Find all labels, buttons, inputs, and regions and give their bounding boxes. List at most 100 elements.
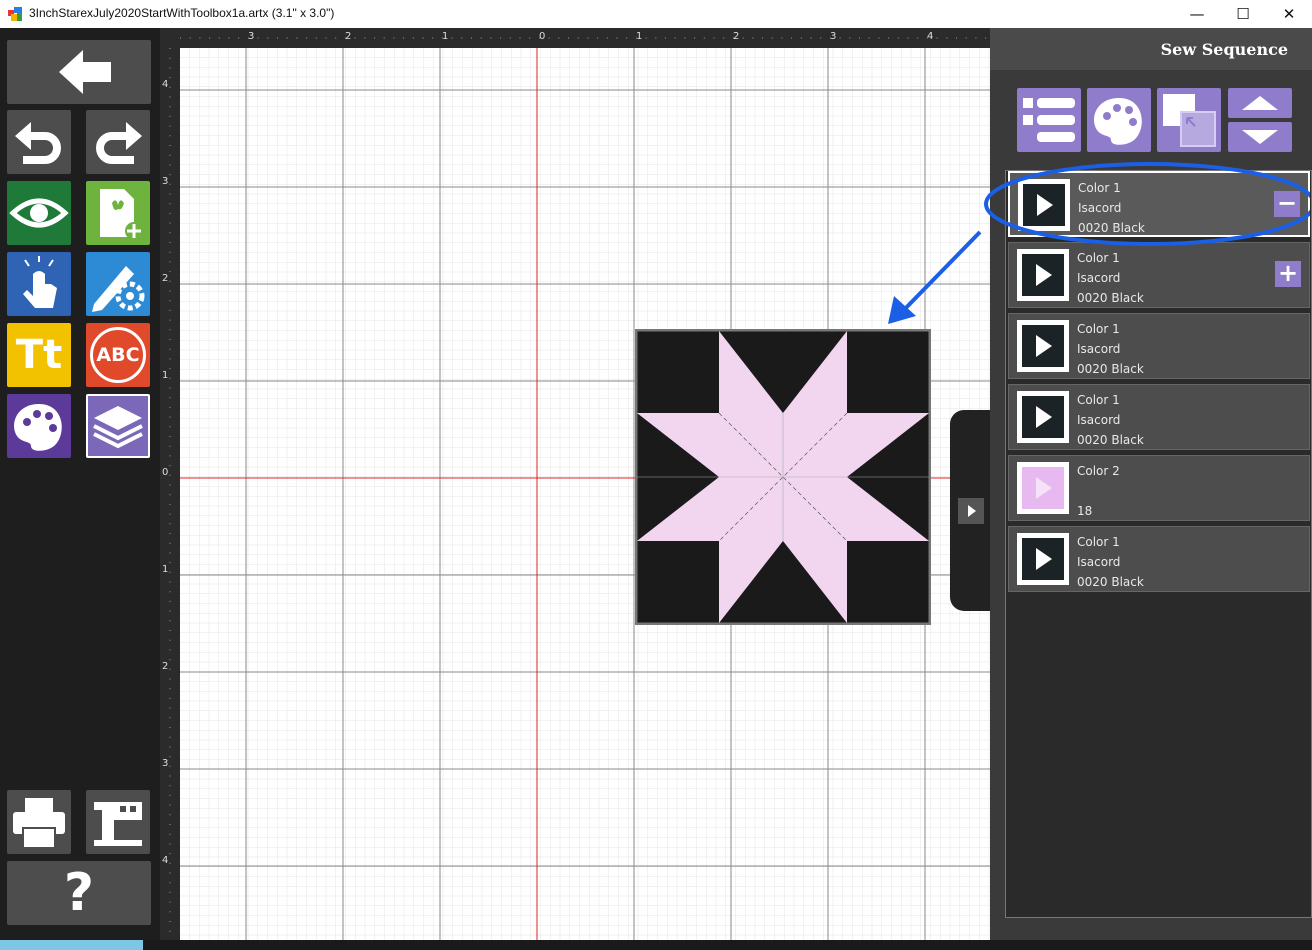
monogram-button[interactable]: ABC	[86, 323, 150, 387]
ruler-left-label: 4	[162, 79, 169, 90]
color-label: Color 2	[1077, 464, 1120, 478]
panel-title: Sew Sequence	[1160, 40, 1288, 59]
star-block-design[interactable]	[635, 329, 931, 625]
layer-order-icon	[1163, 94, 1216, 147]
thread-swatch	[1017, 462, 1069, 514]
back-button[interactable]	[7, 40, 151, 104]
brand-label: Isacord	[1077, 413, 1121, 427]
sequence-row[interactable]: Color 1 Isacord 0020 Black	[1008, 526, 1310, 592]
palette-icon	[1094, 98, 1142, 145]
color-label: Color 1	[1077, 322, 1120, 336]
color-label: Color 1	[1077, 535, 1120, 549]
ruler-top-label: 3	[830, 31, 837, 42]
print-button[interactable]	[7, 790, 71, 854]
progress-accent	[0, 940, 143, 950]
monogram-label: ABC	[96, 344, 140, 366]
ruler-top-label: 4	[927, 31, 934, 42]
ruler-top-label: 2	[733, 31, 740, 42]
ruler-top-label: 3	[248, 31, 255, 42]
redo-icon	[96, 122, 142, 164]
edit-button[interactable]	[86, 252, 150, 316]
sew-sequence-list: Color 1 Isacord 0020 Black − Color 1 Isa…	[1005, 170, 1312, 918]
ruler-left-label: 3	[162, 758, 169, 769]
play-icon	[1036, 335, 1052, 357]
thread-swatch	[1017, 320, 1069, 372]
panel-header: Sew Sequence	[990, 28, 1312, 70]
help-icon: ?	[63, 863, 95, 923]
left-toolbar: Tt ABC ?	[0, 28, 160, 940]
move-up-icon	[1242, 96, 1278, 110]
sewing-machine-icon	[94, 802, 142, 846]
text-icon: Tt	[15, 332, 63, 378]
ruler-left-label: 4	[162, 855, 169, 866]
play-icon	[1036, 548, 1052, 570]
ruler-top-label: 0	[539, 31, 546, 42]
thread-label: 0020 Black	[1077, 575, 1144, 589]
thread-label: 0020 Black	[1077, 291, 1144, 305]
add-design-button[interactable]	[86, 181, 150, 245]
layers-button[interactable]	[86, 394, 150, 458]
sew-button[interactable]	[86, 790, 150, 854]
maximize-icon: ☐	[1236, 5, 1250, 23]
ruler-left-label: 2	[162, 273, 169, 284]
select-button[interactable]	[7, 252, 71, 316]
sequence-row[interactable]: Color 1 Isacord 0020 Black	[1008, 384, 1310, 450]
edit-settings-icon	[92, 266, 145, 312]
ruler-top-label: 2	[345, 31, 352, 42]
layer-order-button[interactable]	[1157, 88, 1221, 152]
panel-collapse-tab	[950, 410, 990, 611]
annotation-ellipse	[984, 162, 1310, 246]
move-down-button[interactable]	[1228, 122, 1292, 152]
color-label: Color 1	[1077, 393, 1120, 407]
view-button[interactable]	[7, 181, 71, 245]
thread-label: 0020 Black	[1077, 433, 1144, 447]
undo-icon	[15, 122, 61, 164]
ruler-left-label: 0	[162, 467, 169, 478]
play-icon	[1036, 406, 1052, 428]
ruler-left-label: 3	[162, 176, 169, 187]
brand-label: Isacord	[1077, 271, 1121, 285]
brand-label: Isacord	[1077, 342, 1121, 356]
add-button[interactable]: +	[1275, 261, 1301, 287]
ruler-top-label: 1	[442, 31, 449, 42]
chevron-right-icon	[968, 505, 976, 517]
list-view-button[interactable]	[1017, 88, 1081, 152]
color-palette-button[interactable]	[7, 394, 71, 458]
redo-button[interactable]	[86, 110, 150, 174]
palette-button[interactable]	[1087, 88, 1151, 152]
color-palette-icon	[14, 404, 62, 451]
window-title: 3InchStarexJuly2020StartWithToolbox1a.ar…	[29, 6, 335, 20]
maximize-button[interactable]: ☐	[1220, 0, 1266, 28]
app-icon	[8, 7, 22, 21]
close-button[interactable]: ✕	[1266, 0, 1312, 28]
minimize-button[interactable]: —	[1174, 0, 1220, 28]
back-arrow-icon	[59, 50, 111, 94]
ruler-left-label: 2	[162, 661, 169, 672]
list-view-icon	[1023, 98, 1075, 142]
ruler-left-label: 1	[162, 564, 169, 575]
sequence-row[interactable]: Color 2 18	[1008, 455, 1310, 521]
play-icon	[1036, 264, 1052, 286]
thread-swatch	[1017, 533, 1069, 585]
status-strip	[0, 940, 1312, 950]
design-canvas[interactable]: 3 2 1 0 1 2 3 4 4 3 2 1 0 1 2 3 4	[160, 28, 990, 940]
text-button[interactable]: Tt	[7, 323, 71, 387]
print-icon	[13, 798, 65, 849]
ruler-top-label: 1	[636, 31, 643, 42]
brand-label: Isacord	[1077, 555, 1121, 569]
thread-label: 0020 Black	[1077, 362, 1144, 376]
sequence-row[interactable]: Color 1 Isacord 0020 Black	[1008, 313, 1310, 379]
sew-sequence-panel: Sew Sequence Color 1 Isacord 0020 Black …	[984, 28, 1312, 940]
play-icon	[1036, 477, 1052, 499]
move-down-icon	[1242, 130, 1278, 144]
close-icon: ✕	[1282, 5, 1296, 23]
thread-swatch	[1017, 391, 1069, 443]
select-touch-icon	[23, 256, 57, 308]
undo-button[interactable]	[7, 110, 71, 174]
move-up-button[interactable]	[1228, 88, 1292, 118]
ruler-left-label: 1	[162, 370, 169, 381]
title-bar: 3InchStarexJuly2020StartWithToolbox1a.ar…	[0, 0, 1312, 28]
help-button[interactable]: ?	[7, 861, 151, 925]
thread-label: 18	[1077, 504, 1093, 518]
expand-panel-button[interactable]	[958, 498, 984, 524]
